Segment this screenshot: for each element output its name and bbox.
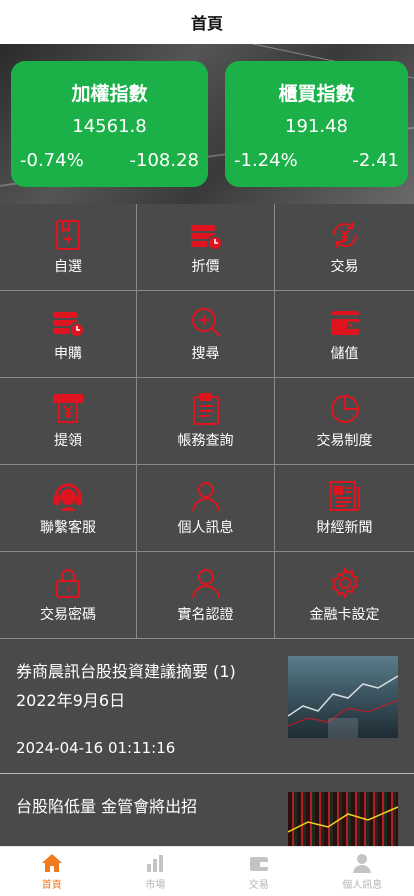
index-change: -108.28 [129, 150, 199, 171]
tab-profile[interactable]: 個人訊息 [311, 847, 414, 896]
menu-item-label: 自選 [54, 259, 82, 275]
index-value: 191.48 [285, 116, 348, 137]
index-card-otc[interactable]: 櫃買指數 191.48 -1.24% -2.41 [225, 61, 408, 187]
user-icon [191, 482, 220, 512]
news-title: 券商晨訊台股投資建議摘要 (1) 2022年9月6日 [16, 662, 236, 710]
tab-home[interactable]: 首頁 [0, 847, 104, 896]
tab-label: 首頁 [41, 880, 62, 891]
user-icon [353, 854, 372, 873]
search-plus-icon [191, 308, 221, 337]
menu-item-trading-rules[interactable]: 交易制度 [275, 378, 414, 465]
menu-item-label: 提領 [54, 433, 82, 449]
menu-item-account-query[interactable]: 帳務查詢 [137, 378, 275, 465]
menu-item-trade-password[interactable]: 交易密碼 [0, 552, 137, 639]
bottom-tab-bar: 首頁 市場 交易 個人訊息 [0, 846, 414, 896]
tab-market[interactable]: 市場 [104, 847, 208, 896]
menu-item-deposit[interactable]: 儲值 [275, 291, 414, 378]
menu-item-label: 儲值 [330, 346, 359, 362]
index-name: 櫃買指數 [278, 83, 355, 105]
stock-chart-thumbnail [288, 675, 398, 738]
news-thumbnail [288, 656, 398, 738]
menu-item-label: 財經新聞 [316, 520, 373, 536]
gear-icon [331, 566, 358, 600]
bar-chart-icon [147, 855, 164, 872]
page-title: 首頁 [190, 14, 223, 33]
app-header: 首頁 [0, 0, 414, 44]
menu-item-trade[interactable]: 交易 [275, 204, 414, 291]
coins-clock-icon [190, 225, 223, 251]
news-item[interactable]: 台股陷低量 金管會將出招 [0, 775, 414, 846]
menu-item-personal-info[interactable]: 個人訊息 [137, 465, 275, 552]
menu-item-label: 個人訊息 [177, 520, 234, 536]
menu-item-search[interactable]: 搜尋 [137, 291, 275, 378]
atm-withdraw-icon [53, 394, 83, 423]
menu-item-label: 聯繫客服 [40, 520, 96, 536]
index-card-taiex[interactable]: 加權指數 14561.8 -0.74% -108.28 [11, 61, 208, 187]
menu-item-label: 帳務查詢 [177, 433, 234, 449]
tab-label: 交易 [248, 880, 269, 891]
news-title: 台股陷低量 金管會將出招 [16, 797, 198, 816]
menu-item-label: 實名認證 [177, 607, 234, 623]
index-percent: -0.74% [20, 150, 84, 171]
menu-item-label: 交易密碼 [40, 607, 96, 623]
menu-item-label: 交易 [330, 259, 359, 275]
menu-item-label: 金融卡設定 [309, 607, 380, 623]
clipboard-list-icon [192, 393, 219, 425]
user-icon [191, 569, 220, 599]
tab-trade[interactable]: 交易 [207, 847, 311, 896]
index-value: 14561.8 [72, 116, 147, 137]
headset-agent-icon [54, 483, 82, 511]
news-item[interactable]: 券商晨訊台股投資建議摘要 (1) 2022年9月6日 2024-04-16 01… [0, 638, 414, 774]
tab-label: 市場 [145, 880, 166, 891]
coins-clock-icon [53, 312, 85, 338]
home-icon [41, 854, 62, 872]
padlock-icon [56, 569, 80, 598]
menu-item-label: 折價 [191, 259, 220, 275]
stock-board-thumbnail [288, 806, 398, 833]
menu-item-discount[interactable]: 折價 [137, 204, 275, 291]
menu-item-bank-card-settings[interactable]: 金融卡設定 [275, 552, 414, 639]
menu-item-withdraw[interactable]: 提領 [0, 378, 137, 465]
index-percent: -1.24% [234, 150, 298, 171]
menu-item-watchlist[interactable]: 自選 [0, 204, 137, 291]
wallet-icon [249, 857, 268, 871]
menu-item-label: 申購 [54, 346, 82, 362]
menu-item-label: 搜尋 [191, 346, 220, 362]
menu-item-real-name-auth[interactable]: 實名認證 [137, 552, 275, 639]
bookmark-plus-icon [56, 220, 80, 250]
menu-item-finance-news[interactable]: 財經新聞 [275, 465, 414, 552]
index-name: 加權指數 [71, 83, 148, 105]
function-menu-grid: 自選 折價 交易 申購 搜尋 儲值 提領 帳務查詢 交易制度 聯繫客服 個人訊息… [0, 204, 414, 639]
news-thumbnail [288, 792, 398, 846]
menu-item-customer-service[interactable]: 聯繫客服 [0, 465, 137, 552]
tab-label: 個人訊息 [342, 880, 383, 891]
yen-cycle-icon [332, 222, 357, 248]
menu-item-subscribe[interactable]: 申購 [0, 291, 137, 378]
wallet-icon [330, 311, 359, 335]
news-date: 2024-04-16 01:11:16 [16, 739, 176, 757]
menu-item-label: 交易制度 [316, 433, 373, 449]
pie-chart-icon [330, 395, 359, 423]
newspaper-icon [329, 481, 360, 511]
index-banner: 加權指數 14561.8 -0.74% -108.28 櫃買指數 191.48 … [0, 44, 414, 204]
index-change: -2.41 [352, 150, 399, 171]
